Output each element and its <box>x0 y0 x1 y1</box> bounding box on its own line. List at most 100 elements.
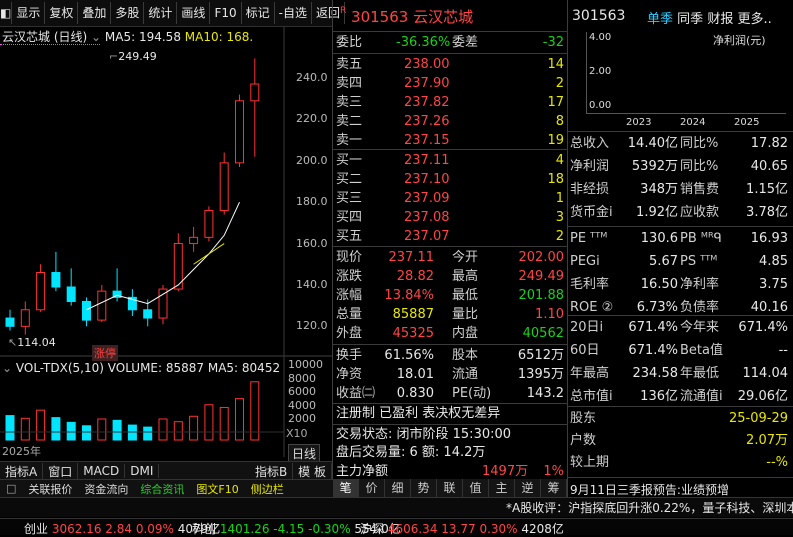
dropdown-icon[interactable]: ◧ <box>0 2 13 24</box>
ask-price: 237.15 <box>404 133 450 148</box>
news-ticker[interactable]: *A股收评：沪指探底回升涨0.22%，量子科技、深圳本 <box>506 499 793 516</box>
stat-value: 6512万 <box>517 348 564 363</box>
toolbar-stats-button[interactable]: 统计 <box>144 2 178 24</box>
bid-row[interactable]: 买五 237.07 2 <box>336 227 566 246</box>
candle <box>250 83 260 102</box>
toolbar-draw-button[interactable]: 画线 <box>177 2 211 24</box>
tab-dmi[interactable]: DMI <box>125 464 160 478</box>
index-item[interactable]: 创业 3062.16 2.84 0.09% 4079亿 <box>24 520 220 537</box>
quote-tab[interactable]: 逆 <box>515 479 541 497</box>
tab-indicator-b[interactable]: 指标B <box>250 462 294 480</box>
bottom-tab[interactable]: 图文F10 <box>190 481 244 497</box>
bid-row[interactable]: 买四 237.08 3 <box>336 208 566 227</box>
toolbar-mark-button[interactable]: 标记 <box>242 2 275 24</box>
toolbar-f10-button[interactable]: F10 <box>210 2 242 24</box>
ask-volume: 19 <box>547 133 564 148</box>
index-pct: -0.30% <box>308 522 355 536</box>
stat-label: 最高 <box>452 269 479 284</box>
bid-row[interactable]: 买一 237.11 4 <box>336 151 566 170</box>
quote-header: R 301563 云汉芯城 <box>340 6 474 26</box>
bottom-tab[interactable]: 资金流向 <box>78 481 134 497</box>
stat-value: 28.82 <box>396 269 434 284</box>
ask-volume: 17 <box>547 95 564 110</box>
limit-up-badge: 涨停 <box>92 345 118 361</box>
bid-price: 237.09 <box>404 191 450 206</box>
bid-row[interactable]: 买二 237.10 18 <box>336 170 566 189</box>
bottom-tab[interactable]: 侧边栏 <box>245 481 290 497</box>
stat-label: 流通 <box>452 367 479 382</box>
high-marker: ⌐249.49 <box>109 50 157 63</box>
news-headline[interactable]: 9月11日三季报预告:业绩预增 <box>570 481 729 498</box>
bottom-tab[interactable]: 综合资讯 <box>134 481 190 497</box>
tab-same-quarter[interactable]: 同季 <box>677 12 703 27</box>
f10-label: 货币金ⅰ <box>570 205 613 220</box>
year-label: 2025年 <box>2 445 41 458</box>
tab-window[interactable]: 窗口 <box>43 462 79 480</box>
volume-bar <box>82 425 91 441</box>
stat-value: 45325 <box>392 326 434 341</box>
stat-label: 涨幅 <box>336 288 363 303</box>
f10-value: 3.75 <box>759 277 788 292</box>
stat-label: 收益㈡ <box>336 386 376 401</box>
f10-label: 今年来 <box>680 320 720 335</box>
toolbar-overlay-button[interactable]: 叠加 <box>78 2 112 24</box>
f10-row: PEGⅰ 5.67 PS ᵀᵀᴹ 4.85 <box>570 252 790 271</box>
kline-chart-panel[interactable]: 云汉芯城 (日线) ⌄ MA5: 194.58 MA10: 168. ⌐249.… <box>0 27 332 463</box>
toolbar-watchlist-button[interactable]: -自选 <box>275 2 312 24</box>
bid-row[interactable]: 买三 237.09 1 <box>336 189 566 208</box>
candle <box>36 272 46 311</box>
f10-row: 非经损 348万 销售费 1.15亿 <box>570 180 790 199</box>
ask-row[interactable]: 卖五 238.00 14 <box>336 55 566 74</box>
stat-value: 1.10 <box>535 307 564 322</box>
quote-tab[interactable]: 势 <box>411 479 437 497</box>
stat-row: 换手 61.56% 股本 6512万 <box>336 346 566 365</box>
notice-text: 注册制 已盈利 表决权无差异 <box>336 406 501 421</box>
f10-value: 1.15亿 <box>746 182 788 197</box>
chevron-down-icon-vol[interactable]: ⌄ <box>2 361 12 375</box>
ask-label: 卖二 <box>336 114 363 129</box>
stat-value: 201.88 <box>518 288 565 303</box>
ask-label: 卖一 <box>336 133 363 148</box>
ask-row[interactable]: 卖四 237.90 2 <box>336 74 566 93</box>
bid-price: 237.08 <box>404 210 450 225</box>
index-pct: 0.09% <box>135 522 178 536</box>
toolbar-display-button[interactable]: 显示 <box>12 2 46 24</box>
toolbar-multi-button[interactable]: 多股 <box>111 2 145 24</box>
tab-report[interactable]: 财报 <box>707 12 733 27</box>
f10-row: 总收入 14.40亿 同比% 17.82 <box>570 134 790 153</box>
tab-indicator-a[interactable]: 指标A <box>0 462 44 480</box>
volume-bar <box>36 409 46 441</box>
quote-tab[interactable]: 值 <box>463 479 489 497</box>
tab-template[interactable]: 模 板 <box>293 462 332 480</box>
tab-macd[interactable]: MACD <box>78 464 126 478</box>
stock-code: 301563 <box>351 8 409 26</box>
stat-row: 净资 18.01 流通 1395万 <box>336 365 566 384</box>
toolbar-adjust-button[interactable]: 复权 <box>45 2 79 24</box>
f10-value: 671.4% <box>628 320 678 335</box>
quote-tab[interactable]: 价 <box>359 479 385 497</box>
ask-row[interactable]: 卖三 237.82 17 <box>336 93 566 112</box>
tab-box-icon[interactable]: □ <box>0 482 22 495</box>
quote-tab[interactable]: 细 <box>385 479 411 497</box>
quote-tab[interactable]: 筹 <box>541 479 567 497</box>
bottom-tab[interactable]: 关联报价 <box>22 481 78 497</box>
tab-more[interactable]: 更多.. <box>737 12 771 27</box>
quote-tab[interactable]: 联 <box>437 479 463 497</box>
f10-value: 4.85 <box>759 254 788 269</box>
f10-label: 净利润 <box>570 159 610 174</box>
ask-row[interactable]: 卖二 237.26 8 <box>336 112 566 131</box>
low-marker: ↖114.04 <box>8 336 56 349</box>
f10-value: --% <box>766 455 788 470</box>
index-item[interactable]: 沪深 4606.34 13.77 0.30% 4208亿 <box>360 520 564 537</box>
ask-row[interactable]: 卖一 237.15 19 <box>336 131 566 150</box>
quote-tab[interactable]: 笔 <box>333 479 359 497</box>
volume-tick: 2000 <box>288 412 316 426</box>
tab-single-quarter[interactable]: 单季 <box>647 12 673 27</box>
volume-bar <box>250 381 260 441</box>
f10-label: 毛利率 <box>570 277 610 292</box>
candle <box>5 317 15 327</box>
vol-title: VOL-TDX(5,10) <box>15 361 104 375</box>
volume-bar <box>112 419 122 441</box>
quote-tab[interactable]: 主 <box>489 479 515 497</box>
stat-row: 涨跌 28.82 最高 249.49 <box>336 267 566 286</box>
